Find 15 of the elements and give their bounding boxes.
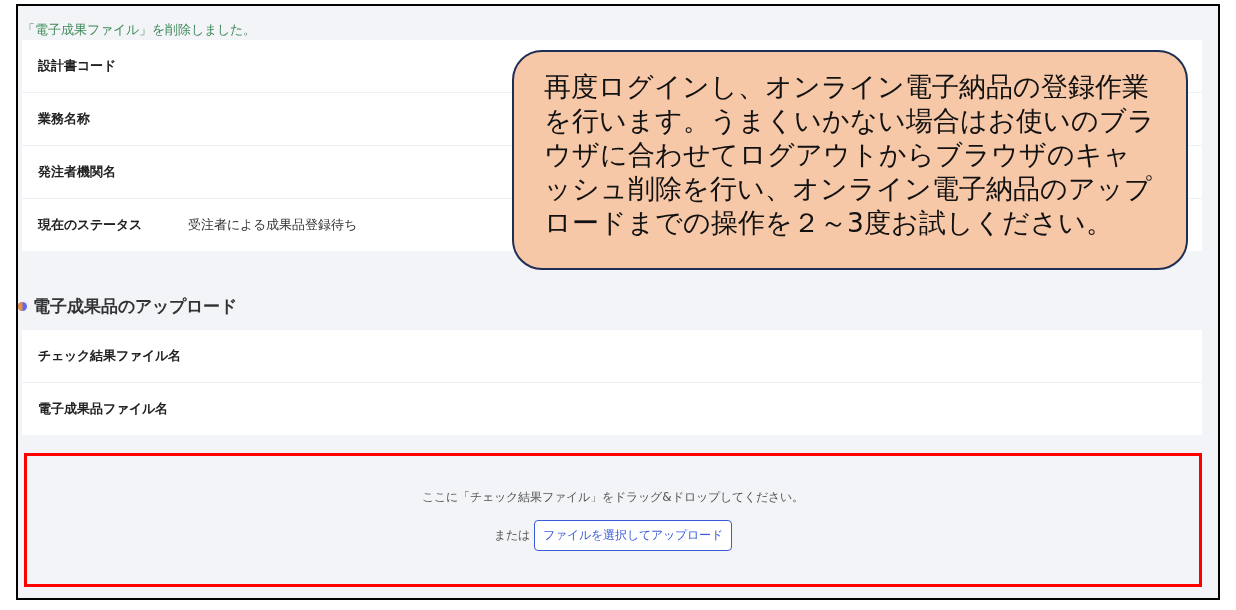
or-label: または (494, 527, 530, 544)
field-label: チェック結果ファイル名 (38, 347, 182, 365)
select-file-button[interactable]: ファイルを選択してアップロード (534, 520, 732, 551)
section-bullet-icon (18, 302, 27, 311)
field-label: 発注者機関名 (38, 163, 117, 181)
field-value: 受注者による成果品登録待ち (188, 216, 357, 234)
field-label: 現在のステータス (38, 216, 143, 234)
success-message: 「電子成果ファイル」を削除しました。 (22, 21, 257, 39)
drop-instruction: ここに「チェック結果ファイル」をドラッグ&ドロップしてください。 (422, 489, 804, 506)
section-title: 電子成果品のアップロード (33, 295, 237, 318)
field-label: 業務名称 (38, 110, 91, 128)
drop-zone[interactable]: ここに「チェック結果ファイル」をドラッグ&ドロップしてください。 または ファイルを選択してアップロード (24, 453, 1202, 587)
callout-note: 再度ログインし、オンライン電子納品の登録作業を行います。うまくいかない場合はお使いのブラウザに合わせてログアウトからブラウザのキャッシュ削除を行い、オンライン電子納品のアップロードまでの操作を２～3度お試しください。 (512, 50, 1188, 270)
field-label: 設計書コード (38, 57, 117, 75)
field-label: 電子成果品ファイル名 (38, 400, 169, 418)
